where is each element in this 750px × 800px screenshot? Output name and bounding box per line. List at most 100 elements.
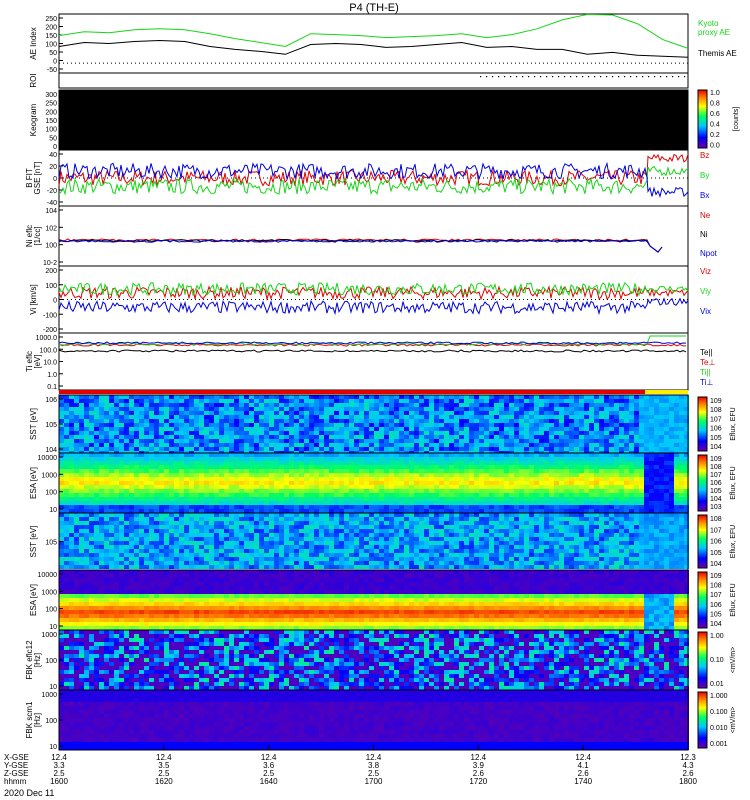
spectro-cell: [124, 439, 129, 443]
spectro-cell: [99, 419, 104, 423]
spectro-cell: [329, 553, 334, 557]
spectro-cell: [114, 501, 119, 505]
spectro-cell: [254, 521, 259, 525]
spectro-cell: [424, 457, 429, 461]
spectro-cell: [99, 537, 104, 541]
spectro-cell: [374, 489, 379, 493]
spectro-cell: [269, 497, 274, 501]
spectro-cell: [439, 439, 444, 443]
spectro-cell: [624, 431, 629, 435]
spectro-cell: [424, 481, 429, 485]
spectro-cell: [399, 533, 404, 537]
spectro-cell: [459, 411, 464, 415]
spectro-cell: [484, 489, 489, 493]
spectro-cell: [409, 497, 414, 501]
spectro-cell: [334, 403, 339, 407]
spectro-cell: [134, 481, 139, 485]
spectro-cell: [289, 541, 294, 545]
spectro-cell: [429, 453, 434, 457]
spectro-cell: [219, 517, 224, 521]
spectro-cell: [649, 509, 654, 513]
spectro-cell: [319, 431, 324, 435]
spectro-cell: [64, 395, 69, 399]
spectro-cell: [344, 481, 349, 485]
spectro-cell: [394, 399, 399, 403]
spectro-cell: [634, 427, 639, 431]
spectro-cell: [144, 557, 149, 561]
spectro-cell: [559, 423, 564, 427]
roi-dot: [594, 76, 596, 78]
spectro-cell: [294, 541, 299, 545]
spectro-cell: [154, 561, 159, 565]
spectro-cell: [429, 489, 434, 493]
spectro-cell: [389, 481, 394, 485]
spectro-cell: [334, 415, 339, 419]
spectro-cell: [484, 461, 489, 465]
spectro-cell: [314, 395, 319, 399]
spectro-cell: [164, 493, 169, 497]
spectro-cell: [84, 439, 89, 443]
spectro-cell: [84, 557, 89, 561]
spectro-cell: [124, 505, 129, 509]
spectro-cell: [419, 497, 424, 501]
spectro-cell: [379, 453, 384, 457]
spectro-cell: [184, 415, 189, 419]
spectro-cell: [599, 477, 604, 481]
spectro-cell: [74, 521, 79, 525]
spectro-cell: [344, 529, 349, 533]
spectro-cell: [64, 561, 69, 565]
spectro-cell: [254, 541, 259, 545]
spectro-cell: [394, 415, 399, 419]
spectro-cell: [449, 509, 454, 513]
spectro-cell: [194, 461, 199, 465]
spectro-cell: [134, 493, 139, 497]
spectro-cell: [59, 501, 64, 505]
spectro-cell: [319, 427, 324, 431]
spectro-cell: [329, 545, 334, 549]
spectro-cell: [299, 533, 304, 537]
spectro-cell: [194, 419, 199, 423]
spectro-cell: [479, 439, 484, 443]
spectro-cell: [414, 489, 419, 493]
spectro-cell: [579, 403, 584, 407]
spectro-cell: [369, 419, 374, 423]
spectro-cell: [434, 473, 439, 477]
spectro-cell: [474, 469, 479, 473]
spectro-cell: [89, 489, 94, 493]
spectro-cell: [404, 545, 409, 549]
spectro-cell: [209, 485, 214, 489]
spectro-cell: [404, 497, 409, 501]
spectro-cell: [384, 457, 389, 461]
spectro-cell: [184, 513, 189, 517]
legend-label-0: proxy AE: [698, 28, 730, 37]
spectro-cell: [114, 473, 119, 477]
spectro-cell: [394, 457, 399, 461]
spectro-cell: [234, 509, 239, 513]
spectro-cell: [64, 545, 69, 549]
spectro-cell: [219, 473, 224, 477]
spectro-cell: [104, 481, 109, 485]
spectro-cell: [99, 517, 104, 521]
spectro-cell: [199, 481, 204, 485]
spectro-cell: [529, 465, 534, 469]
spectro-cell: [384, 513, 389, 517]
spectro-cell: [419, 457, 424, 461]
spectro-cell: [589, 399, 594, 403]
spectro-cell: [374, 453, 379, 457]
spectro-cell: [679, 399, 684, 403]
spectro-cell: [89, 399, 94, 403]
spectro-cell: [519, 423, 524, 427]
spectro-cell: [244, 415, 249, 419]
spectro-cell: [234, 415, 239, 419]
spectro-cell: [209, 423, 214, 427]
spectro-cell: [424, 485, 429, 489]
spectro-cell: [234, 465, 239, 469]
spectro-cell: [289, 537, 294, 541]
spectro-cell: [659, 453, 664, 457]
spectro-cell: [74, 411, 79, 415]
spectro-cell: [494, 493, 499, 497]
spectro-cell: [649, 489, 654, 493]
spectro-cell: [669, 395, 674, 399]
spectro-cell: [129, 485, 134, 489]
spectro-cell: [69, 419, 74, 423]
